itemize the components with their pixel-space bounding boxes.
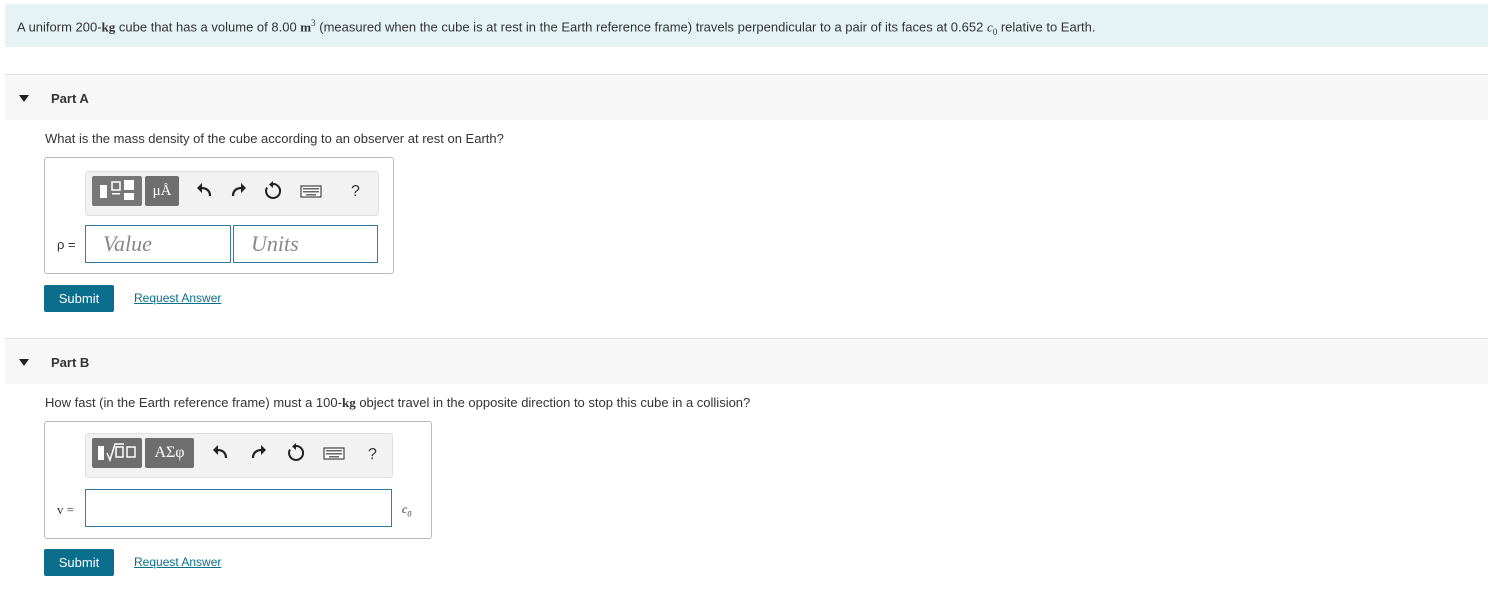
rho-label: ρ =	[57, 237, 76, 252]
part-b-answer-box: ΑΣφ ? v = c0	[44, 421, 432, 539]
templates-button[interactable]	[92, 438, 142, 468]
v-label: v =	[57, 502, 75, 517]
templates-icon	[100, 180, 134, 200]
part-b-request-answer-link[interactable]: Request Answer	[134, 555, 221, 569]
collapse-caret-icon[interactable]	[19, 95, 29, 102]
keyboard-icon[interactable]	[323, 443, 345, 463]
units-input[interactable]: Units	[233, 225, 378, 263]
value-placeholder: Value	[103, 231, 152, 256]
velocity-input[interactable]	[85, 489, 392, 527]
collapse-caret-icon[interactable]	[19, 359, 29, 366]
redo-icon[interactable]	[248, 443, 268, 463]
radical-template-icon	[98, 443, 136, 463]
part-a-request-answer-link[interactable]: Request Answer	[134, 291, 221, 305]
greek-symbols-button[interactable]: ΑΣφ	[145, 438, 194, 468]
part-a-question: What is the mass density of the cube acc…	[45, 131, 504, 146]
templates-button[interactable]	[92, 176, 142, 206]
redo-icon[interactable]	[228, 181, 248, 201]
part-a-header[interactable]: Part A	[5, 75, 1488, 120]
part-b-header[interactable]: Part B	[5, 339, 1488, 384]
part-b-question: How fast (in the Earth reference frame) …	[45, 395, 751, 410]
help-button[interactable]: ?	[351, 183, 360, 201]
part-b-submit-button[interactable]: Submit	[44, 549, 114, 576]
units-button[interactable]: μÅ	[145, 176, 179, 206]
value-input[interactable]: Value	[85, 225, 231, 263]
part-a-answer-box: μÅ ? ρ = Value Units	[44, 157, 394, 274]
undo-icon[interactable]	[195, 181, 215, 201]
help-button[interactable]: ?	[368, 446, 377, 464]
part-a-submit-button[interactable]: Submit	[44, 285, 114, 312]
reset-icon[interactable]	[263, 181, 283, 201]
problem-statement: A uniform 200-kg cube that has a volume …	[5, 4, 1488, 47]
keyboard-icon[interactable]	[300, 181, 322, 201]
part-a-title: Part A	[51, 91, 89, 106]
part-b-toolbar: ΑΣφ ?	[85, 433, 393, 478]
reset-icon[interactable]	[286, 443, 306, 463]
part-a-toolbar: μÅ ?	[85, 171, 379, 216]
unit-c0: c0	[402, 502, 412, 519]
part-b-title: Part B	[51, 355, 90, 370]
units-placeholder: Units	[251, 231, 299, 256]
undo-icon[interactable]	[211, 443, 231, 463]
